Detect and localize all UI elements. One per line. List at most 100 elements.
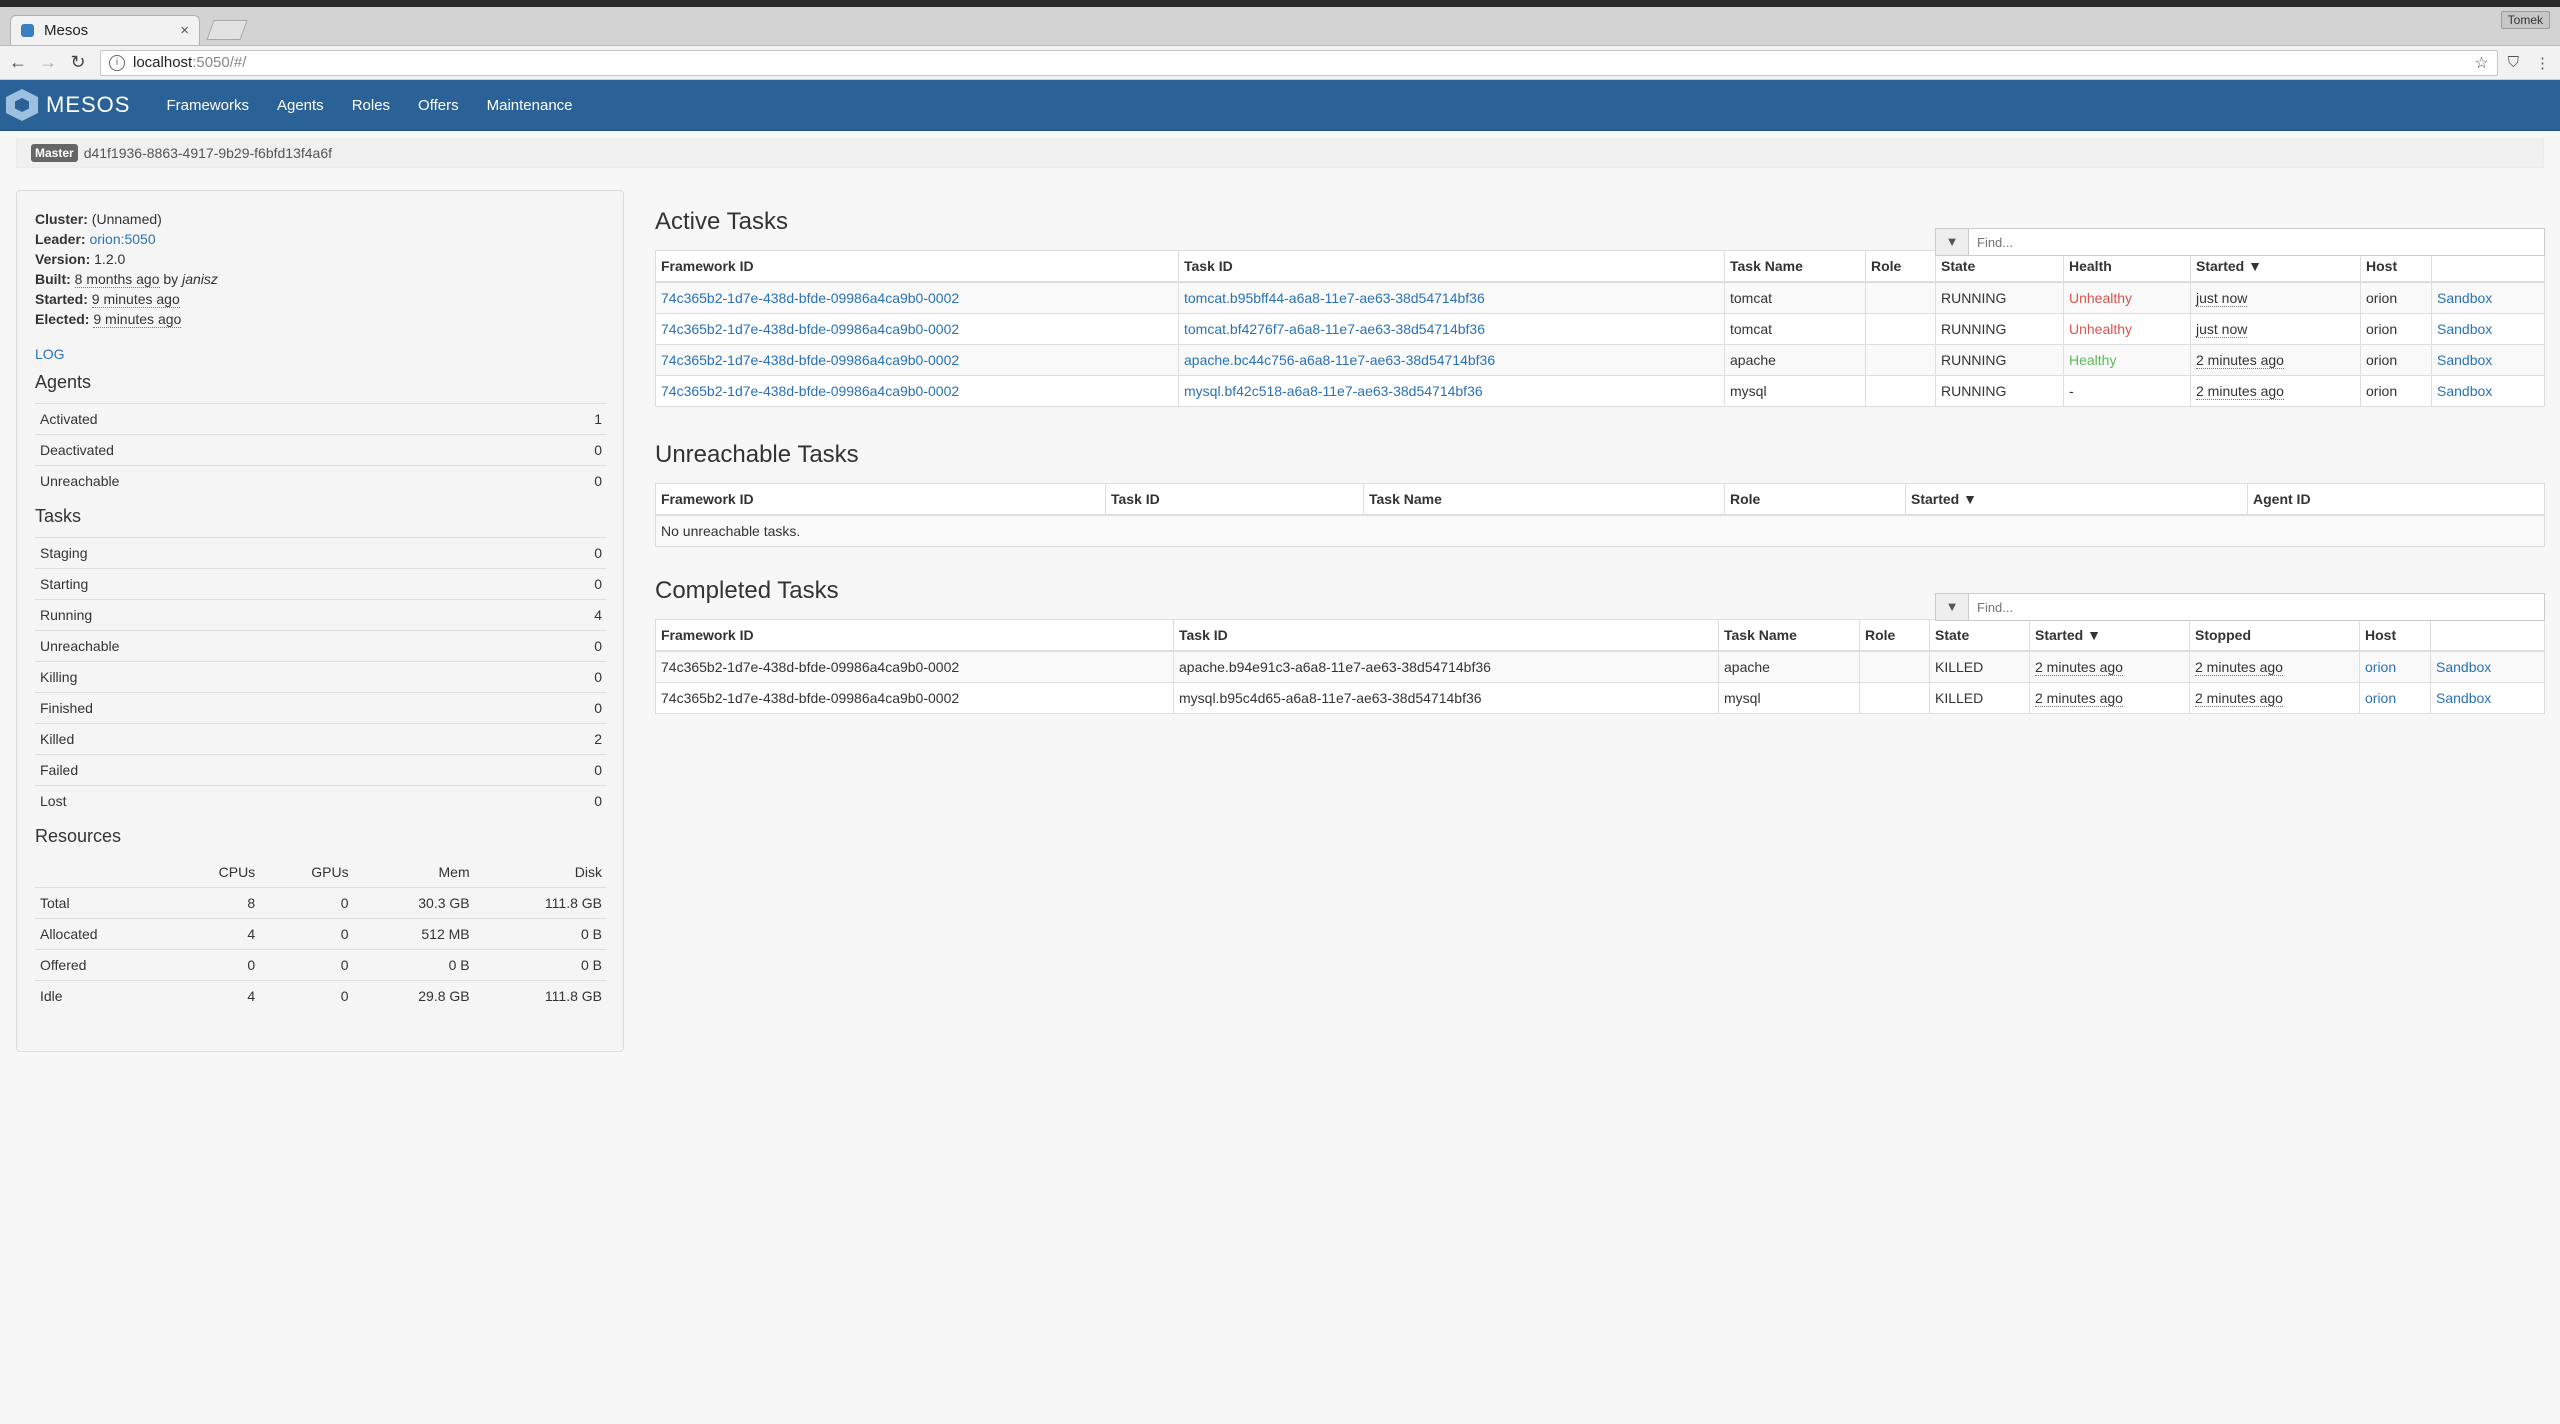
- extension-shield-icon[interactable]: ⛉: [2508, 54, 2519, 72]
- framework-link[interactable]: 74c365b2-1d7e-438d-bfde-09986a4ca9b0-000…: [661, 352, 959, 368]
- bookmark-star-icon[interactable]: ☆: [2474, 53, 2488, 73]
- sandbox-link[interactable]: Sandbox: [2437, 321, 2492, 337]
- os-top-bar: [0, 0, 2560, 7]
- col-framework-id[interactable]: Framework ID: [655, 619, 1174, 652]
- task-link[interactable]: tomcat.bf4276f7-a6a8-11e7-ae63-38d54714b…: [1184, 321, 1485, 337]
- col-host[interactable]: Host: [2359, 619, 2431, 652]
- sandbox-link[interactable]: Sandbox: [2437, 290, 2492, 306]
- task-role: [1859, 650, 1930, 683]
- task-link[interactable]: apache.bc44c756-a6a8-11e7-ae63-38d54714b…: [1184, 352, 1495, 368]
- task-state: RUNNING: [1935, 313, 2064, 345]
- row-value: 0: [512, 537, 607, 569]
- cell: Idle: [35, 980, 169, 1011]
- nav-roles[interactable]: Roles: [352, 97, 390, 114]
- col-agent-id[interactable]: Agent ID: [2247, 483, 2545, 516]
- col-framework-id[interactable]: Framework ID: [655, 483, 1106, 516]
- tasks-summary-table: Staging 0 Starting 0 Running 4 Unreachable 0…: [35, 537, 607, 816]
- task-state: RUNNING: [1935, 344, 2064, 376]
- site-info-icon[interactable]: i: [109, 54, 125, 71]
- col-started[interactable]: Started ▼: [2029, 619, 2190, 652]
- forward-icon[interactable]: →: [36, 52, 60, 73]
- host-link[interactable]: orion: [2365, 659, 2396, 675]
- col-task-name[interactable]: Task Name: [1718, 619, 1860, 652]
- table-row: No unreachable tasks.: [655, 514, 2545, 547]
- col-role[interactable]: Role: [1865, 250, 1936, 283]
- active-tasks-search-input[interactable]: [1969, 229, 2544, 255]
- task-health: -: [2063, 375, 2191, 407]
- nav-frameworks[interactable]: Frameworks: [166, 97, 249, 114]
- new-tab-button[interactable]: [206, 20, 248, 40]
- task-host: orion: [2360, 375, 2432, 407]
- col-task-id[interactable]: Task ID: [1173, 619, 1719, 652]
- col-role[interactable]: Role: [1859, 619, 1930, 652]
- back-icon[interactable]: ←: [6, 52, 30, 73]
- col-task-id[interactable]: Task ID: [1105, 483, 1364, 516]
- task-host: orion: [2360, 313, 2432, 345]
- browser-tab[interactable]: Mesos ×: [10, 15, 200, 45]
- row-label: Running: [35, 599, 513, 631]
- cell: Offered: [35, 949, 169, 981]
- framework-link[interactable]: 74c365b2-1d7e-438d-bfde-09986a4ca9b0-000…: [661, 383, 959, 399]
- task-health: Unhealthy: [2063, 313, 2191, 345]
- started-label: Started:: [35, 291, 88, 307]
- col-framework-id[interactable]: Framework ID: [655, 250, 1179, 283]
- completed-tasks-search-input[interactable]: [1969, 594, 2544, 620]
- nav-agents[interactable]: Agents: [277, 97, 324, 114]
- profile-button[interactable]: Tomek: [2500, 11, 2550, 29]
- cell: 30.3 GB: [353, 887, 475, 919]
- built-label: Built:: [35, 271, 71, 287]
- nav-offers[interactable]: Offers: [418, 97, 459, 114]
- nav-maintenance[interactable]: Maintenance: [487, 97, 573, 114]
- col-state[interactable]: State: [1929, 619, 2030, 652]
- col-task-name[interactable]: Task Name: [1363, 483, 1725, 516]
- log-link[interactable]: LOG: [35, 346, 605, 362]
- framework-link[interactable]: 74c365b2-1d7e-438d-bfde-09986a4ca9b0-000…: [661, 321, 959, 337]
- address-bar[interactable]: i localhost :5050/#/ ☆: [100, 49, 2498, 76]
- row-value: 0: [512, 754, 607, 786]
- unreachable-tasks-table: Framework ID Task ID Task Name Role Star…: [655, 483, 2545, 547]
- master-breadcrumb: Master d41f1936-8863-4917-9b29-f6bfd13f4…: [16, 138, 2544, 168]
- task-started: 2 minutes ago: [2196, 352, 2284, 369]
- col-task-name[interactable]: Task Name: [1724, 250, 1866, 283]
- table-row: 74c365b2-1d7e-438d-bfde-09986a4ca9b0-000…: [655, 650, 2545, 683]
- leader-link[interactable]: orion:5050: [89, 231, 155, 247]
- filter-icon[interactable]: ▼: [1936, 594, 1969, 620]
- task-link[interactable]: mysql.bf42c518-a6a8-11e7-ae63-38d54714bf…: [1184, 383, 1483, 399]
- completed-tasks-filter: ▼: [1935, 593, 2545, 621]
- browser-menu-icon[interactable]: ⋮: [2535, 54, 2550, 72]
- table-row: Total 8 0 30.3 GB 111.8 GB: [35, 887, 607, 919]
- row-value: 0: [512, 661, 607, 693]
- active-tasks-filter: ▼: [1935, 228, 2545, 256]
- cell: 0 B: [353, 949, 475, 981]
- task-started: just now: [2196, 321, 2248, 338]
- framework-id: 74c365b2-1d7e-438d-bfde-09986a4ca9b0-000…: [655, 682, 1174, 714]
- sandbox-link[interactable]: Sandbox: [2436, 690, 2491, 706]
- col-header: Disk: [574, 864, 602, 880]
- built-line: Built: 8 months ago by janisz: [35, 269, 605, 289]
- task-stopped: 2 minutes ago: [2195, 690, 2283, 707]
- host-link[interactable]: orion: [2365, 690, 2396, 706]
- task-link[interactable]: tomcat.b95bff44-a6a8-11e7-ae63-38d54714b…: [1184, 290, 1485, 306]
- row-value: 0: [512, 568, 607, 600]
- sandbox-link[interactable]: Sandbox: [2436, 659, 2491, 675]
- main-content: Active Tasks ▼ Framework ID Task ID Task…: [655, 190, 2545, 714]
- col-task-id[interactable]: Task ID: [1178, 250, 1725, 283]
- col-stopped[interactable]: Stopped: [2189, 619, 2360, 652]
- reload-icon[interactable]: ↻: [66, 52, 90, 73]
- resources-heading: Resources: [35, 826, 122, 846]
- filter-icon[interactable]: ▼: [1936, 229, 1969, 255]
- task-id: mysql.b95c4d65-a6a8-11e7-ae63-38d54714bf…: [1173, 682, 1719, 714]
- close-tab-icon[interactable]: ×: [180, 22, 189, 39]
- sandbox-link[interactable]: Sandbox: [2437, 352, 2492, 368]
- task-started: 2 minutes ago: [2035, 690, 2123, 707]
- table-row: Running 4: [35, 599, 607, 631]
- tasks-heading: Tasks: [35, 506, 82, 526]
- framework-link[interactable]: 74c365b2-1d7e-438d-bfde-09986a4ca9b0-000…: [661, 290, 959, 306]
- col-role[interactable]: Role: [1724, 483, 1906, 516]
- sandbox-link[interactable]: Sandbox: [2437, 383, 2492, 399]
- browser-toolbar: ← → ↻ i localhost :5050/#/ ☆ ⛉ ⋮: [0, 46, 2560, 80]
- cell: Total: [35, 887, 169, 919]
- col-started[interactable]: Started ▼: [1905, 483, 2248, 516]
- mesos-brand[interactable]: MESOS: [6, 89, 130, 121]
- active-tasks-table: Framework ID Task ID Task Name Role Stat…: [655, 250, 2545, 407]
